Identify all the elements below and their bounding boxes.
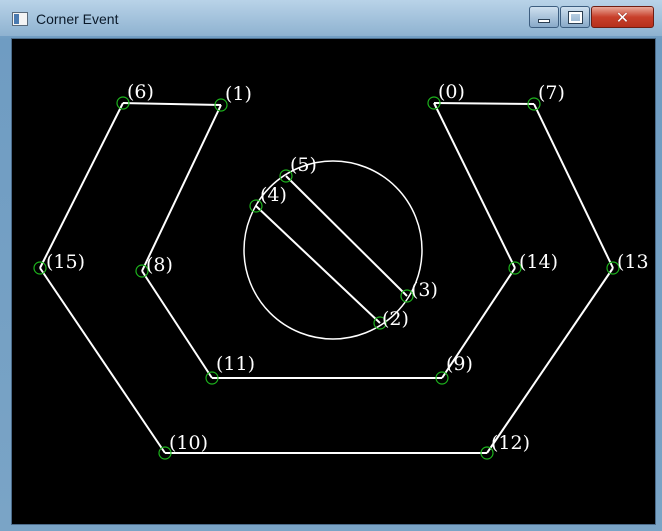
corner-label-12: (12) xyxy=(491,432,530,454)
close-icon: ✕ xyxy=(615,7,630,27)
edge-line xyxy=(122,102,222,106)
app-window: Corner Event ✕ (0) (1) (2) (3) (4) (5) (6) (7)(… xyxy=(0,0,662,531)
edge-line xyxy=(141,104,222,272)
edge-line xyxy=(486,267,614,454)
corner-label-8: (8) xyxy=(146,254,173,276)
corner-label-4: (4) xyxy=(260,184,287,206)
corner-label-11: (11) xyxy=(216,353,255,375)
corner-label-5: (5) xyxy=(290,154,317,176)
app-window-icon[interactable] xyxy=(12,12,28,26)
edge-line xyxy=(39,267,166,454)
edge-line xyxy=(433,102,516,269)
corner-label-14: (14) xyxy=(519,251,558,273)
corner-label-15: (15) xyxy=(46,251,85,273)
edge-line xyxy=(433,102,535,105)
window-title: Corner Event xyxy=(36,11,119,27)
corner-label-2: (2) xyxy=(382,308,409,330)
edge-line xyxy=(533,103,614,269)
minimize-icon xyxy=(538,19,550,23)
corner-label-3: (3) xyxy=(411,279,438,301)
corner-label-13: (13 xyxy=(617,251,649,273)
edge-line xyxy=(255,205,381,324)
edge-line xyxy=(39,102,124,269)
corner-detection-drawing: (0) (1) (2)(3) (4)(5) (6) (7) (8) (9) (10) (11) (1… xyxy=(33,81,649,460)
corner-label-6: (6) xyxy=(127,81,154,103)
corner-label-10: (10) xyxy=(169,432,208,454)
close-button[interactable]: ✕ xyxy=(591,6,654,28)
corner-label-7: (7) xyxy=(538,82,565,104)
minimize-button[interactable] xyxy=(529,6,559,28)
image-canvas: (0) (1) (2) (3) (4) (5) (6) (7) (8) (9) (10) (11) (1… xyxy=(11,38,656,525)
edge-line xyxy=(285,175,408,297)
corner-label-1: (1) xyxy=(225,83,252,105)
edge-line xyxy=(141,270,213,379)
maximize-button[interactable] xyxy=(560,6,590,28)
corner-label-0: (0) xyxy=(438,81,465,103)
title-bar[interactable]: Corner Event ✕ xyxy=(0,0,662,36)
maximize-icon xyxy=(567,10,583,24)
corner-label-9: (9) xyxy=(446,353,473,375)
